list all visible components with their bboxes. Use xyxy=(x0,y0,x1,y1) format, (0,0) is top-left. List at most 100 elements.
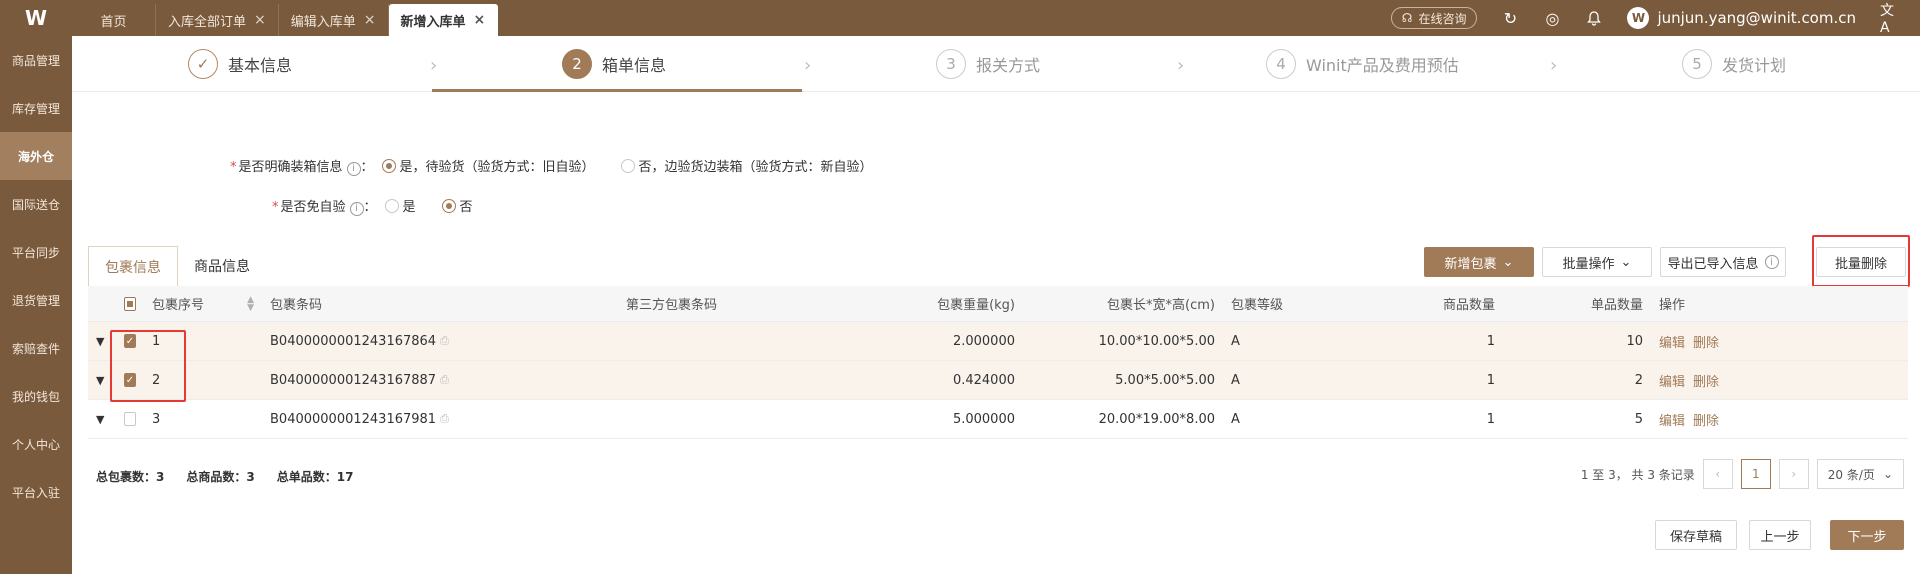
batch-operations-button[interactable]: 批量操作 ⌄ xyxy=(1542,247,1652,277)
prev-page-button[interactable]: ‹ xyxy=(1702,459,1733,489)
stepper: ✓ 基本信息 › 2 箱单信息 › 3 报关方式 › 4 Winit产品及费用预… xyxy=(72,36,1920,92)
step-number: 2 xyxy=(562,49,592,79)
header-barcode: 包裹条码 xyxy=(270,298,323,313)
edit-link[interactable]: 编辑 xyxy=(1659,332,1685,351)
tab-package-info[interactable]: 包裹信息 xyxy=(88,246,178,286)
tab-new-inbound[interactable]: 新增入库单 × xyxy=(388,4,499,36)
step-number: 4 xyxy=(1266,49,1296,79)
export-imported-button[interactable]: 导出已导入信息 i xyxy=(1660,247,1786,277)
select-cell xyxy=(116,412,144,426)
bell-icon[interactable] xyxy=(1585,9,1603,27)
row-checkbox[interactable] xyxy=(124,412,136,426)
tab-label: 入库全部订单 xyxy=(168,14,247,30)
chevron-right-icon: › xyxy=(1550,55,1558,76)
add-package-button[interactable]: 新增包裹 ⌄ xyxy=(1424,247,1534,277)
table-header: 包裹序号 ▲ ▼ 包裹条码 第三方包裹条码 包裹重量(kg) 包裹长*宽*高(cm)… xyxy=(88,286,1908,322)
chevron-down-icon: ⌄ xyxy=(1882,467,1893,481)
print-icon[interactable]: ⎙ xyxy=(440,412,449,426)
next-page-button[interactable]: › xyxy=(1778,459,1809,489)
user-menu[interactable]: W junjun.yang@winit.com.cn xyxy=(1627,7,1856,29)
form-label: * 是否免自验 i： xyxy=(272,200,377,216)
cell-unit-count: 5 xyxy=(1634,411,1643,427)
sidebar-item-overseas-warehouse[interactable]: 海外仓 xyxy=(0,132,72,180)
sidebar-item-profile[interactable]: 个人中心 xyxy=(0,420,72,468)
summary-value: 3 xyxy=(246,470,255,484)
sidebar-item-intl-delivery[interactable]: 国际送仓 xyxy=(0,180,72,228)
refresh-icon[interactable]: ↻ xyxy=(1501,9,1519,28)
delete-link[interactable]: 删除 xyxy=(1693,332,1719,351)
radio-exempt-no[interactable]: 否 xyxy=(441,196,473,215)
step-basic-info[interactable]: ✓ 基本信息 xyxy=(188,36,292,92)
info-icon[interactable]: i xyxy=(346,161,361,176)
radio-packing-yes[interactable]: 是，待验货（验货方式：旧自验） xyxy=(381,156,595,175)
caret-down-icon[interactable]: ▼ xyxy=(96,335,104,348)
close-icon[interactable]: × xyxy=(254,13,266,27)
sort-icon[interactable]: ▲ ▼ xyxy=(247,295,254,312)
summary-label: 总单品数： xyxy=(276,470,337,484)
chevron-right-icon: › xyxy=(804,55,812,76)
button-label: 批量操作 xyxy=(1562,256,1615,272)
step-label: 箱单信息 xyxy=(602,56,667,75)
sidebar-item-inventory[interactable]: 库存管理 xyxy=(0,84,72,132)
location-icon[interactable]: ◎ xyxy=(1543,9,1561,28)
package-table: 包裹序号 ▲ ▼ 包裹条码 第三方包裹条码 包裹重量(kg) 包裹长*宽*高(cm)… xyxy=(88,286,1908,439)
sidebar-item-platform-onboarding[interactable]: 平台入驻 xyxy=(0,468,72,516)
current-step-indicator xyxy=(432,89,802,92)
radio-dot xyxy=(381,158,396,173)
close-icon[interactable]: × xyxy=(364,13,376,27)
tab-home[interactable]: 首页 xyxy=(72,4,156,36)
tab-product-info[interactable]: 商品信息 xyxy=(178,246,266,286)
headset-icon: ☊ xyxy=(1401,11,1413,25)
cell-grade: A xyxy=(1231,372,1240,388)
print-icon[interactable]: ⎙ xyxy=(440,373,449,387)
step-label: 报关方式 xyxy=(976,56,1041,75)
pagination: 1 至 3， 共 3 条记录 ‹ 1 › 20 条/页 ⌄ xyxy=(1581,459,1904,489)
print-icon[interactable]: ⎙ xyxy=(440,334,449,348)
delete-link[interactable]: 删除 xyxy=(1693,410,1719,429)
delete-link[interactable]: 删除 xyxy=(1693,371,1719,390)
step-number: 5 xyxy=(1682,49,1712,79)
prev-step-button[interactable]: 上一步 xyxy=(1749,520,1811,550)
translate-icon[interactable]: 文A xyxy=(1880,3,1898,36)
cell-grade: A xyxy=(1231,333,1240,349)
winit-logo[interactable]: W xyxy=(0,0,72,36)
caret-down-icon[interactable]: ▼ xyxy=(96,413,104,426)
edit-link[interactable]: 编辑 xyxy=(1659,371,1685,390)
radio-dot xyxy=(441,198,456,213)
summary-value: 3 xyxy=(156,470,165,484)
cell-unit-count: 2 xyxy=(1634,372,1643,388)
form-label: * 是否明确装箱信息 i： xyxy=(230,160,374,176)
sidebar-item-products[interactable]: 商品管理 xyxy=(0,36,72,84)
sidebar-item-claims[interactable]: 索赔查件 xyxy=(0,324,72,372)
header-seq[interactable]: 包裹序号 ▲ ▼ xyxy=(144,294,262,313)
cell-ops: 编辑 删除 xyxy=(1651,332,1801,351)
sidebar-item-returns[interactable]: 退货管理 xyxy=(0,276,72,324)
page-number[interactable]: 1 xyxy=(1740,459,1771,489)
radio-packing-no[interactable]: 否，边验货边装箱（验货方式：新自验） xyxy=(620,156,873,175)
select-all-cell xyxy=(116,296,144,311)
online-consult-button[interactable]: ☊ 在线咨询 xyxy=(1390,7,1478,29)
save-draft-button[interactable]: 保存草稿 xyxy=(1655,520,1737,550)
cell-goods-count: 1 xyxy=(1486,411,1495,427)
info-icon[interactable]: i xyxy=(349,201,364,216)
close-icon[interactable]: × xyxy=(474,13,486,27)
tab-all-inbound-orders[interactable]: 入库全部订单 × xyxy=(156,4,279,36)
sidebar-item-platform-sync[interactable]: 平台同步 xyxy=(0,228,72,276)
summary-units: 总单品数：17 xyxy=(277,468,354,485)
select-all-checkbox[interactable] xyxy=(124,296,136,311)
cell-weight: 0.424000 xyxy=(952,372,1015,388)
cell-weight: 5.000000 xyxy=(952,411,1015,427)
radio-exempt-yes[interactable]: 是 xyxy=(384,196,416,215)
tab-edit-inbound[interactable]: 编辑入库单 × xyxy=(279,4,389,36)
page-size-select[interactable]: 20 条/页 ⌄ xyxy=(1816,459,1904,489)
step-winit-products[interactable]: 4 Winit产品及费用预估 xyxy=(1266,36,1459,92)
step-shipping-plan[interactable]: 5 发货计划 xyxy=(1682,36,1786,92)
next-step-button[interactable]: 下一步 xyxy=(1830,520,1904,550)
step-customs[interactable]: 3 报关方式 xyxy=(936,36,1040,92)
step-packing-info[interactable]: 2 箱单信息 xyxy=(562,36,666,92)
cell-ops: 编辑 删除 xyxy=(1651,410,1801,429)
cell-grade: A xyxy=(1231,411,1240,427)
edit-link[interactable]: 编辑 xyxy=(1659,410,1685,429)
sidebar-item-wallet[interactable]: 我的钱包 xyxy=(0,372,72,420)
caret-down-icon[interactable]: ▼ xyxy=(96,374,104,387)
